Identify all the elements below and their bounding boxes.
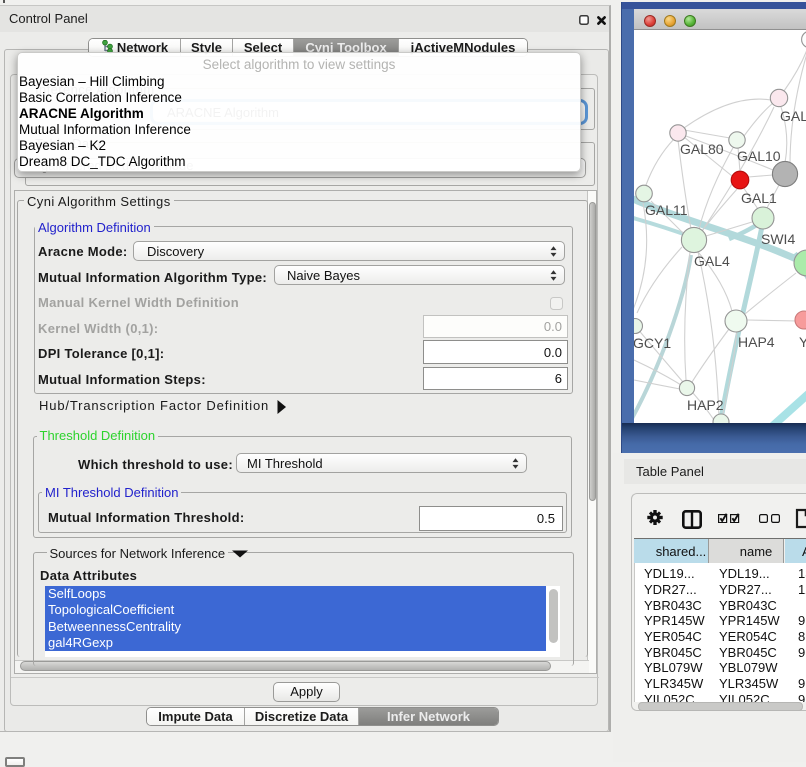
svg-text:SWI4: SWI4 bbox=[761, 231, 795, 247]
svg-text:HAP2: HAP2 bbox=[687, 397, 724, 413]
svg-text:GAL10: GAL10 bbox=[737, 148, 781, 164]
svg-text:GCY1: GCY1 bbox=[634, 335, 671, 351]
svg-text:GAL2: GAL2 bbox=[780, 108, 806, 124]
svg-text:HAP4: HAP4 bbox=[738, 334, 775, 350]
svg-text:GAL11: GAL11 bbox=[645, 202, 688, 218]
svg-text:GAL1: GAL1 bbox=[741, 190, 777, 206]
svg-text:GAL4: GAL4 bbox=[694, 253, 730, 269]
svg-text:GAL80: GAL80 bbox=[680, 141, 724, 157]
svg-text:YD: YD bbox=[799, 334, 806, 350]
